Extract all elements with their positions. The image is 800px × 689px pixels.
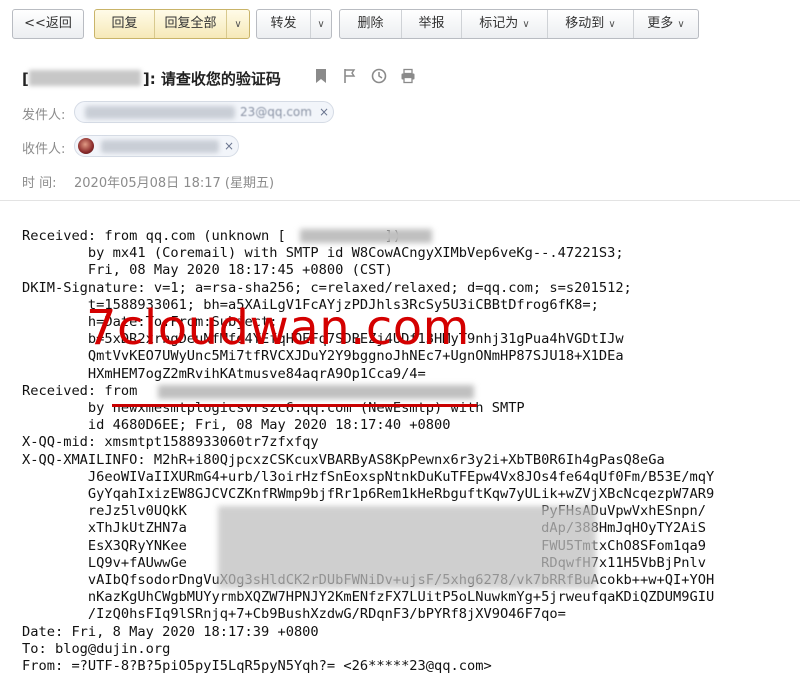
header-divider: [0, 200, 800, 201]
chevron-down-icon: ∨: [608, 19, 616, 30]
more-label: 更多: [647, 16, 674, 31]
sender-chip[interactable]: 23@qq.com ×: [74, 101, 334, 123]
report-button[interactable]: 举报: [402, 10, 462, 38]
more-dropdown[interactable]: 更多 ∨: [634, 10, 698, 38]
forward-group: 转发 ∨: [256, 9, 332, 39]
redacted-sender-name: [28, 70, 141, 86]
raw-mail-headers: Received: from qq.com (unknown [ ]) by m…: [22, 228, 715, 675]
action-group: 删除 举报 标记为 ∨ 移动到 ∨ 更多 ∨: [339, 9, 699, 39]
highlight-underline: [112, 404, 477, 407]
redacted-sender-address: [85, 106, 235, 119]
move-to-label: 移动到: [565, 16, 605, 31]
redacted-recipient-address: [101, 140, 219, 153]
reply-button[interactable]: 回复: [95, 10, 155, 38]
subject-prefix: [: [22, 70, 29, 88]
mail-subject: [ ]: 请查收您的验证码: [22, 68, 281, 89]
clear-icon[interactable]: ×: [224, 139, 234, 153]
forward-button[interactable]: 转发: [257, 10, 311, 38]
mark-as-dropdown[interactable]: 标记为 ∨: [462, 10, 548, 38]
forward-options-dropdown[interactable]: ∨: [311, 10, 331, 38]
watermark: 7cloudwan.com: [86, 300, 470, 356]
chevron-down-icon: ∨: [677, 19, 685, 30]
recipient-label: 收件人:: [22, 142, 66, 157]
reply-options-dropdown[interactable]: ∨: [227, 10, 249, 38]
delete-button[interactable]: 删除: [340, 10, 402, 38]
subject-actions: [313, 68, 424, 86]
move-to-dropdown[interactable]: 移动到 ∨: [548, 10, 634, 38]
sent-time: 2020年05月08日 18:17 (星期五): [74, 176, 275, 191]
mark-as-label: 标记为: [479, 16, 519, 31]
clock-icon[interactable]: [371, 68, 387, 84]
avatar: [78, 138, 94, 154]
flag-icon[interactable]: [342, 68, 358, 84]
sender-address-suffix: 23@qq.com: [240, 105, 312, 119]
redacted-received-from: [158, 385, 474, 399]
subject-text: ]: 请查收您的验证码: [142, 70, 281, 88]
chevron-down-icon: ∨: [317, 19, 325, 30]
chevron-down-icon: ∨: [234, 19, 242, 30]
chevron-down-icon: ∨: [522, 19, 530, 30]
clear-icon[interactable]: ×: [319, 105, 329, 119]
redacted-ip: [300, 229, 432, 243]
bookmark-icon[interactable]: [313, 68, 329, 84]
sender-label: 发件人:: [22, 108, 66, 123]
print-icon[interactable]: [400, 68, 416, 84]
redacted-xmailinfo: [218, 506, 596, 588]
reply-group: 回复 回复全部 ∨: [94, 9, 250, 39]
reply-all-button[interactable]: 回复全部: [155, 10, 227, 38]
mail-toolbar: <<返回 回复 回复全部 ∨ 转发 ∨ 删除 举报 标记为 ∨ 移动到 ∨ 更多…: [0, 0, 800, 50]
time-label: 时 间:: [22, 176, 57, 191]
back-button[interactable]: <<返回: [12, 9, 84, 39]
recipient-chip[interactable]: ×: [74, 135, 239, 157]
